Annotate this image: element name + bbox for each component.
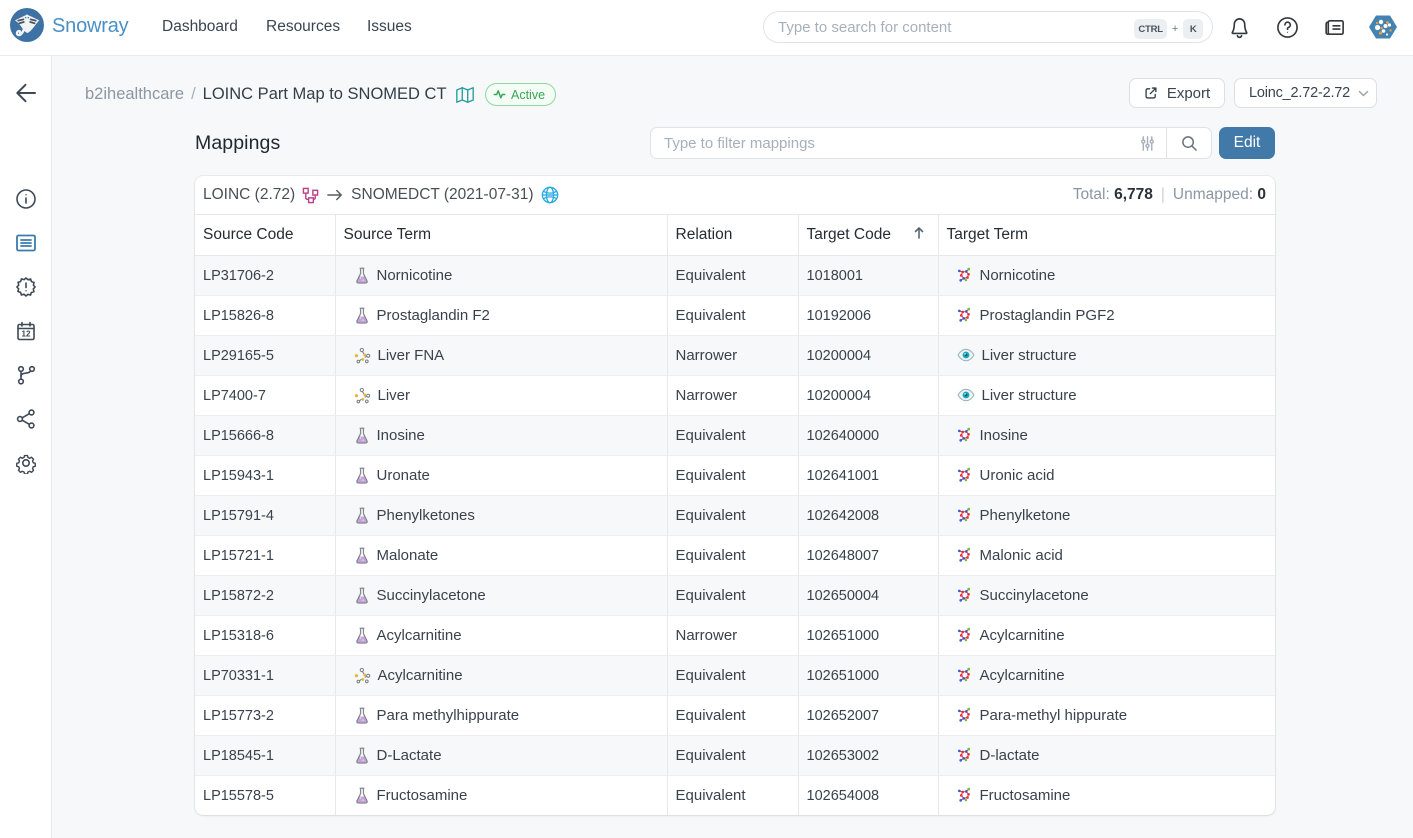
svg-text:12: 12 [22,330,31,339]
